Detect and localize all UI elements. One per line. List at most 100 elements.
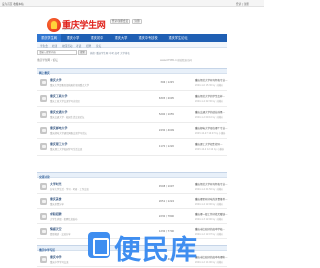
last-post-meta: 2024-1-3 12:00 by 小蝌蚪 xyxy=(195,218,223,221)
board-count: 2430 / 4009 xyxy=(158,129,174,132)
watermark: 便民库 xyxy=(88,229,198,266)
last-post-meta: 2024-1-4 22:30 by 小蝌蚪 xyxy=(195,100,223,103)
site-header: 重庆学生网 cqstudent.net 登录/注册会员 注册 xyxy=(0,7,264,34)
board-desc: 重庆交通大学 · 校园生活交流论坛 xyxy=(50,116,85,119)
board-name[interactable]: 重庆交通大学 xyxy=(50,110,67,114)
nav-item-vocational[interactable]: 重庆中专技校 xyxy=(133,34,163,42)
forum-icon xyxy=(40,213,47,220)
search-row: 搜索 热搜: 重庆学生网 中考 高考 大学排名 xyxy=(37,49,227,55)
login-links[interactable]: 登录 | 注册 xyxy=(236,2,249,6)
board-desc: 重庆理工大学校园学习生活交流 xyxy=(50,148,83,151)
forum-board[interactable]: 重庆邮电大学 重庆邮电大学通信网络交流学习论坛 2430 / 4009 重庆邮电… xyxy=(37,123,227,139)
forum-icon xyxy=(40,198,47,205)
last-post-title[interactable]: 重庆师范大学的学生怎样... xyxy=(195,94,225,98)
board-desc: 大学生求职 · 招聘信息发布 xyxy=(50,218,78,221)
last-post-meta: 2024-1-4 12:00 by 小蝌蚪 xyxy=(195,203,223,206)
board-desc: 重庆美食分享 xyxy=(50,203,64,206)
last-post-title[interactable]: 重庆市比较好的高中有哪些... xyxy=(195,255,227,259)
forum-icon xyxy=(40,256,47,263)
board-desc: 情感倾诉 · 交流分享 xyxy=(50,233,71,236)
board-desc: 分享大学生活 · 学习 · 考研 · 工作交流 xyxy=(50,188,89,191)
nav-item-university[interactable]: 重庆大学 xyxy=(109,34,133,42)
hot-search-words[interactable]: 热搜: 重庆学生网 中考 高考 大学排名 xyxy=(90,51,130,55)
section-header[interactable]: 网上重庆 xyxy=(37,68,227,75)
last-post-meta: 2023-12-2 12:14 by 小蝌蚪 xyxy=(195,148,224,151)
board-name[interactable]: 重庆理工大学 xyxy=(50,142,67,146)
board-name[interactable]: 求职招聘 xyxy=(50,212,62,216)
section-title: 交流讨论 xyxy=(39,174,50,179)
forum-board[interactable]: 重庆理工大学 重庆理工大学校园学习生活交流 1170 / 1220 重庆理工大学… xyxy=(37,139,227,156)
section-header[interactable]: 交流讨论 xyxy=(37,172,227,179)
search-button[interactable]: 搜索 xyxy=(78,49,87,55)
board-count: 5200 / 1055 xyxy=(158,113,174,116)
forum-board[interactable]: 重庆工商大学 重庆工商大学交流学习讨论区 6305 / 2095 重庆师范大学的… xyxy=(37,91,227,107)
last-post-title[interactable]: 重庆市比较好的高中学校... xyxy=(195,227,225,231)
nav-item-middle[interactable]: 重庆初中 xyxy=(85,34,109,42)
login-button[interactable]: 登录/注册会员 xyxy=(110,19,130,24)
forum-board[interactable]: 求职招聘 大学生求职 · 招聘信息发布 2230 / 7800 重庆哪一般工作好… xyxy=(37,209,227,224)
forum-board[interactable]: 重庆交通大学 重庆交通大学 · 校园生活交流论坛 5200 / 1055 重庆交… xyxy=(37,107,227,123)
search-input[interactable] xyxy=(37,49,77,55)
last-post-title[interactable]: 重庆哪一般工作好找又赚钱... xyxy=(195,212,227,216)
board-count: 1170 / 1220 xyxy=(158,145,174,148)
last-post-title[interactable]: 重庆邮电大学现在哪个专业... xyxy=(195,126,227,130)
subnav-item[interactable]: 考试 xyxy=(76,44,81,48)
subnav-item[interactable]: 社团 xyxy=(52,44,57,48)
board-name[interactable]: 重庆邮电大学 xyxy=(50,126,67,130)
site-logo[interactable]: 重庆学生网 cqstudent.net xyxy=(47,17,107,33)
board-name[interactable]: 情感天空 xyxy=(50,227,62,231)
subnav-item[interactable]: 招聘 xyxy=(86,44,91,48)
last-post-title[interactable]: 重庆师范大学有何特色专业... xyxy=(195,182,227,186)
top-bar: 设为首页 收藏本站 登录 | 注册 xyxy=(0,0,264,7)
board-count: 2051 / 1224 xyxy=(158,200,174,203)
board-name[interactable]: 大学时光 xyxy=(50,182,62,186)
last-post-meta: 2023-12-27 10:07 by 小蝌蚪 xyxy=(195,132,226,135)
board-desc: 重庆邮电大学通信网络交流学习论坛 xyxy=(50,132,87,135)
last-post-title[interactable]: 重庆交通大学的就业前景... xyxy=(195,110,225,114)
last-post-title[interactable]: 重庆哪里有好吃的美食推荐... xyxy=(195,197,227,201)
top-links[interactable]: 设为首页 收藏本站 xyxy=(2,2,24,6)
nav-item-forum[interactable]: 重庆学生论坛 xyxy=(163,34,193,42)
section-title: 网上重庆 xyxy=(39,70,50,75)
board-desc: 重庆中学学习交流 xyxy=(50,261,69,264)
nav-item-home[interactable]: 重庆学生网 xyxy=(37,34,61,42)
logo-icon xyxy=(47,18,61,32)
register-button[interactable]: 注册 xyxy=(132,19,142,24)
watermark-logo-icon xyxy=(88,232,110,258)
forum-icon xyxy=(40,143,47,150)
last-post-meta: 2024-1-4 21:50 by 小蝌蚪 xyxy=(195,188,223,191)
last-post-title[interactable]: 重庆师范大学有何特色专业... xyxy=(195,78,227,82)
breadcrumb[interactable]: 重庆学生网 › 论坛 xyxy=(37,58,58,62)
welcome-text: www.07585.cn欢迎您来访问 xyxy=(160,59,192,62)
board-count: 306 / 1225 xyxy=(160,81,174,84)
last-post-meta: 2024-1-6 15:30 by 小蝌蚪 xyxy=(195,84,223,87)
board-desc: 重庆大学是教育部直属的全国重点大学 xyxy=(50,84,90,87)
forum-icon xyxy=(40,228,47,235)
board-count: 6305 / 2095 xyxy=(158,97,174,100)
last-post-meta: 2024-1-2 11:00 by 小蝌蚪 xyxy=(195,261,223,264)
board-desc: 重庆工商大学交流学习讨论区 xyxy=(50,100,80,103)
nav-item-primary[interactable]: 重庆小学 xyxy=(61,34,85,42)
board-name[interactable]: 重庆大学 xyxy=(50,78,62,82)
board-name[interactable]: 重庆工商大学 xyxy=(50,94,67,98)
forum-icon xyxy=(40,95,47,102)
board-count: 4508 / 1097 xyxy=(158,185,174,188)
subnav-item[interactable]: 学生会 xyxy=(40,44,48,48)
board-name[interactable]: 重庆美食 xyxy=(50,197,62,201)
forum-board[interactable]: 大学时光 分享大学生活 · 学习 · 考研 · 工作交流 4508 / 1097… xyxy=(37,179,227,194)
main-nav: 重庆学生网 重庆小学 重庆初中 重庆大学 重庆中专技校 重庆学生论坛 xyxy=(37,34,227,42)
forum-icon xyxy=(40,79,47,86)
forum-icon xyxy=(40,183,47,190)
last-post-meta: 2024-1-2 12:07 by 小蝌蚪 xyxy=(195,233,223,236)
subnav-item[interactable]: 论坛 xyxy=(96,44,101,48)
forum-board[interactable]: 重庆美食 重庆美食分享 2051 / 1224 重庆哪里有好吃的美食推荐... … xyxy=(37,194,227,209)
sub-nav: 学生会 社团 校园活动 考试 招聘 论坛 xyxy=(37,42,227,48)
last-post-meta: 2024-1-2 09:10 by 小蝌蚪 xyxy=(195,116,223,119)
subnav-item[interactable]: 校园活动 xyxy=(62,44,72,48)
board-name[interactable]: 重庆中学 xyxy=(50,255,62,259)
forum-board[interactable]: 重庆大学 重庆大学是教育部直属的全国重点大学 306 / 1225 重庆师范大学… xyxy=(37,75,227,91)
section-title: 重庆中学专区 xyxy=(39,247,56,252)
forum-icon xyxy=(40,111,47,118)
last-post-title[interactable]: 重庆理工大学招生指导... xyxy=(195,142,222,146)
board-count: 2230 / 7800 xyxy=(158,215,174,218)
